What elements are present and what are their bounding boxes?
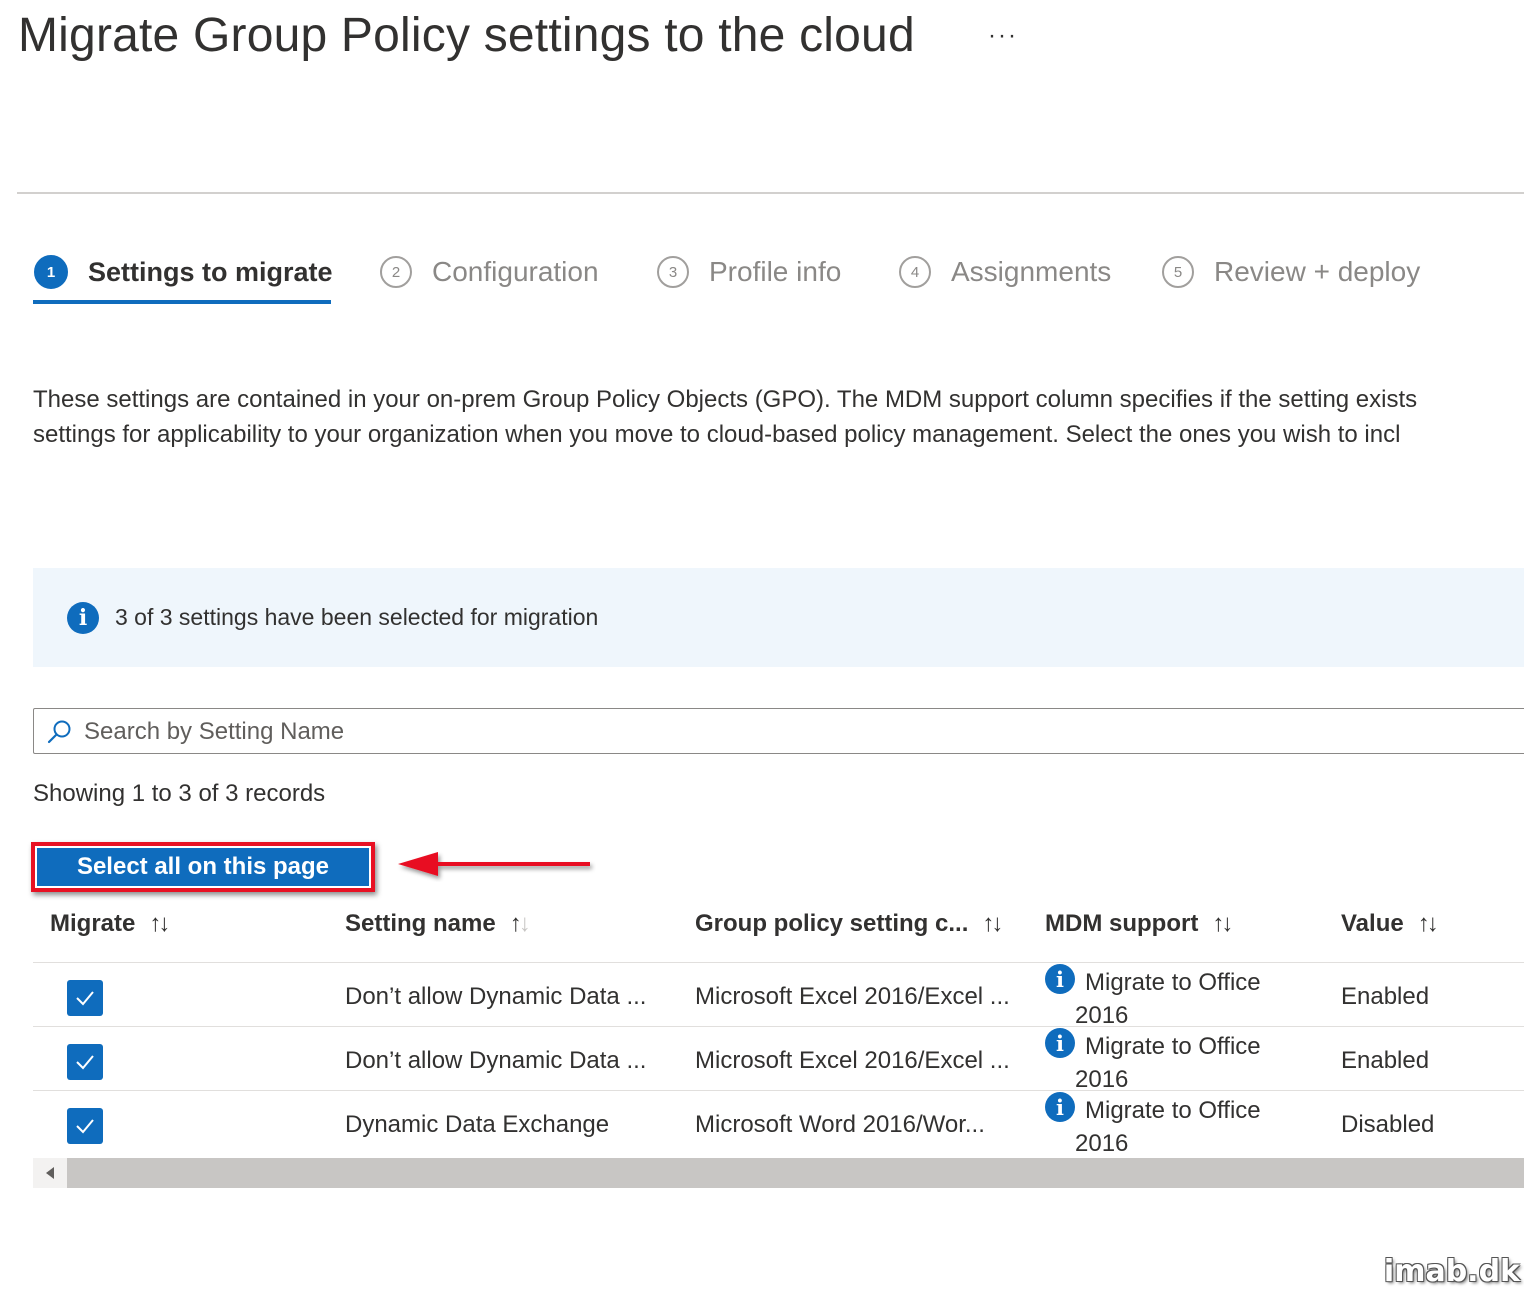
mdm-support-line-2: 2016 xyxy=(1075,1002,1129,1029)
step-profile-info[interactable]: 3 Profile info xyxy=(657,252,841,292)
column-header-label: Group policy setting c... xyxy=(695,910,969,937)
description-text: These settings are contained in your on-… xyxy=(33,382,1524,452)
group-policy-cell: Microsoft Excel 2016/Excel ... xyxy=(695,983,1010,1010)
step-number-badge: 4 xyxy=(899,256,931,288)
search-input[interactable] xyxy=(82,715,1486,749)
step-label: Profile info xyxy=(709,256,842,287)
info-banner: i 3 of 3 settings have been selected for… xyxy=(33,568,1524,667)
mdm-support-line-1: Migrate to Office xyxy=(1085,1097,1261,1124)
select-all-button[interactable]: Select all on this page xyxy=(37,848,369,886)
mdm-support-cell: Migrate to Office 2016 xyxy=(1075,1030,1305,1096)
column-header-mdm-support[interactable]: MDM support ↑↓ xyxy=(1045,910,1233,938)
sort-icon: ↑↓ xyxy=(982,910,1003,937)
info-icon[interactable]: i xyxy=(1045,964,1075,994)
column-header-label: Migrate xyxy=(50,910,136,937)
value-cell: Enabled xyxy=(1341,1047,1430,1074)
mdm-support-line-1: Migrate to Office xyxy=(1085,1033,1261,1060)
step-number-badge: 2 xyxy=(380,256,412,288)
setting-name-cell: Don’t allow Dynamic Data ... xyxy=(345,983,647,1010)
sort-icon: ↑↓ xyxy=(1417,910,1439,937)
annotation-arrow-icon xyxy=(398,852,590,876)
info-icon: i xyxy=(67,602,99,634)
search-icon xyxy=(47,720,71,744)
group-policy-cell: Microsoft Excel 2016/Excel ... xyxy=(695,1047,1010,1074)
step-configuration[interactable]: 2 Configuration xyxy=(380,252,599,292)
info-icon[interactable]: i xyxy=(1045,1028,1075,1058)
step-settings-to-migrate[interactable]: 1 Settings to migrate xyxy=(34,252,333,292)
step-number-badge: 3 xyxy=(657,256,689,288)
sort-icon: ↑↓ xyxy=(1212,910,1233,937)
mdm-support-line-2: 2016 xyxy=(1075,1066,1129,1093)
more-options-button[interactable]: ··· xyxy=(988,22,1018,50)
row-divider xyxy=(33,962,1524,963)
column-header-label: Value xyxy=(1341,910,1404,937)
checkmark-icon xyxy=(76,991,94,1006)
info-icon[interactable]: i xyxy=(1045,1092,1075,1122)
column-header-label: MDM support xyxy=(1045,910,1199,937)
watermark-text: imab.dk xyxy=(1383,1254,1520,1289)
sort-icon: ↑↓ xyxy=(149,910,170,937)
row-checkbox[interactable] xyxy=(67,1108,103,1144)
header-divider xyxy=(17,192,1524,194)
search-box xyxy=(33,708,1524,754)
mdm-support-line-1: Migrate to Office xyxy=(1085,969,1261,996)
scroll-left-icon[interactable] xyxy=(33,1158,67,1188)
value-cell: Enabled xyxy=(1341,983,1430,1010)
mdm-support-line-2: 2016 xyxy=(1075,1130,1129,1157)
step-label: Configuration xyxy=(432,256,599,287)
column-header-group-policy[interactable]: Group policy setting c... ↑↓ xyxy=(695,910,1003,938)
step-review-deploy[interactable]: 5 Review + deploy xyxy=(1162,252,1420,292)
column-header-value[interactable]: Value ↑↓ xyxy=(1341,910,1439,938)
page-title: Migrate Group Policy settings to the clo… xyxy=(18,9,915,62)
step-label: Settings to migrate xyxy=(88,256,333,287)
setting-name-cell: Don’t allow Dynamic Data ... xyxy=(345,1047,647,1074)
column-header-setting-name[interactable]: Setting name ↑↓ xyxy=(345,910,531,938)
active-step-indicator xyxy=(33,300,331,304)
value-cell: Disabled xyxy=(1341,1111,1435,1138)
horizontal-scrollbar[interactable] xyxy=(33,1158,1524,1188)
sort-ascending-icon: ↑↓ xyxy=(509,910,531,937)
checkmark-icon xyxy=(76,1119,94,1134)
column-header-migrate[interactable]: Migrate ↑↓ xyxy=(50,910,170,938)
description-line-1: These settings are contained in your on-… xyxy=(33,386,1418,413)
description-line-2: settings for applicability to your organ… xyxy=(33,421,1401,448)
step-number-badge: 1 xyxy=(34,255,68,289)
group-policy-cell: Microsoft Word 2016/Wor... xyxy=(695,1111,985,1138)
mdm-support-cell: Migrate to Office 2016 xyxy=(1075,1094,1305,1160)
info-banner-text: 3 of 3 settings have been selected for m… xyxy=(115,604,599,630)
step-label: Assignments xyxy=(951,256,1112,287)
step-number-badge: 5 xyxy=(1162,256,1194,288)
records-count: Showing 1 to 3 of 3 records xyxy=(33,780,326,807)
scrollbar-thumb[interactable] xyxy=(67,1158,1524,1188)
setting-name-cell: Dynamic Data Exchange xyxy=(345,1111,610,1138)
row-checkbox[interactable] xyxy=(67,1044,103,1080)
step-assignments[interactable]: 4 Assignments xyxy=(899,252,1111,292)
row-checkbox[interactable] xyxy=(67,980,103,1016)
step-label: Review + deploy xyxy=(1214,256,1421,287)
checkmark-icon xyxy=(76,1055,94,1070)
mdm-support-cell: Migrate to Office 2016 xyxy=(1075,966,1305,1032)
column-header-label: Setting name xyxy=(345,910,496,937)
